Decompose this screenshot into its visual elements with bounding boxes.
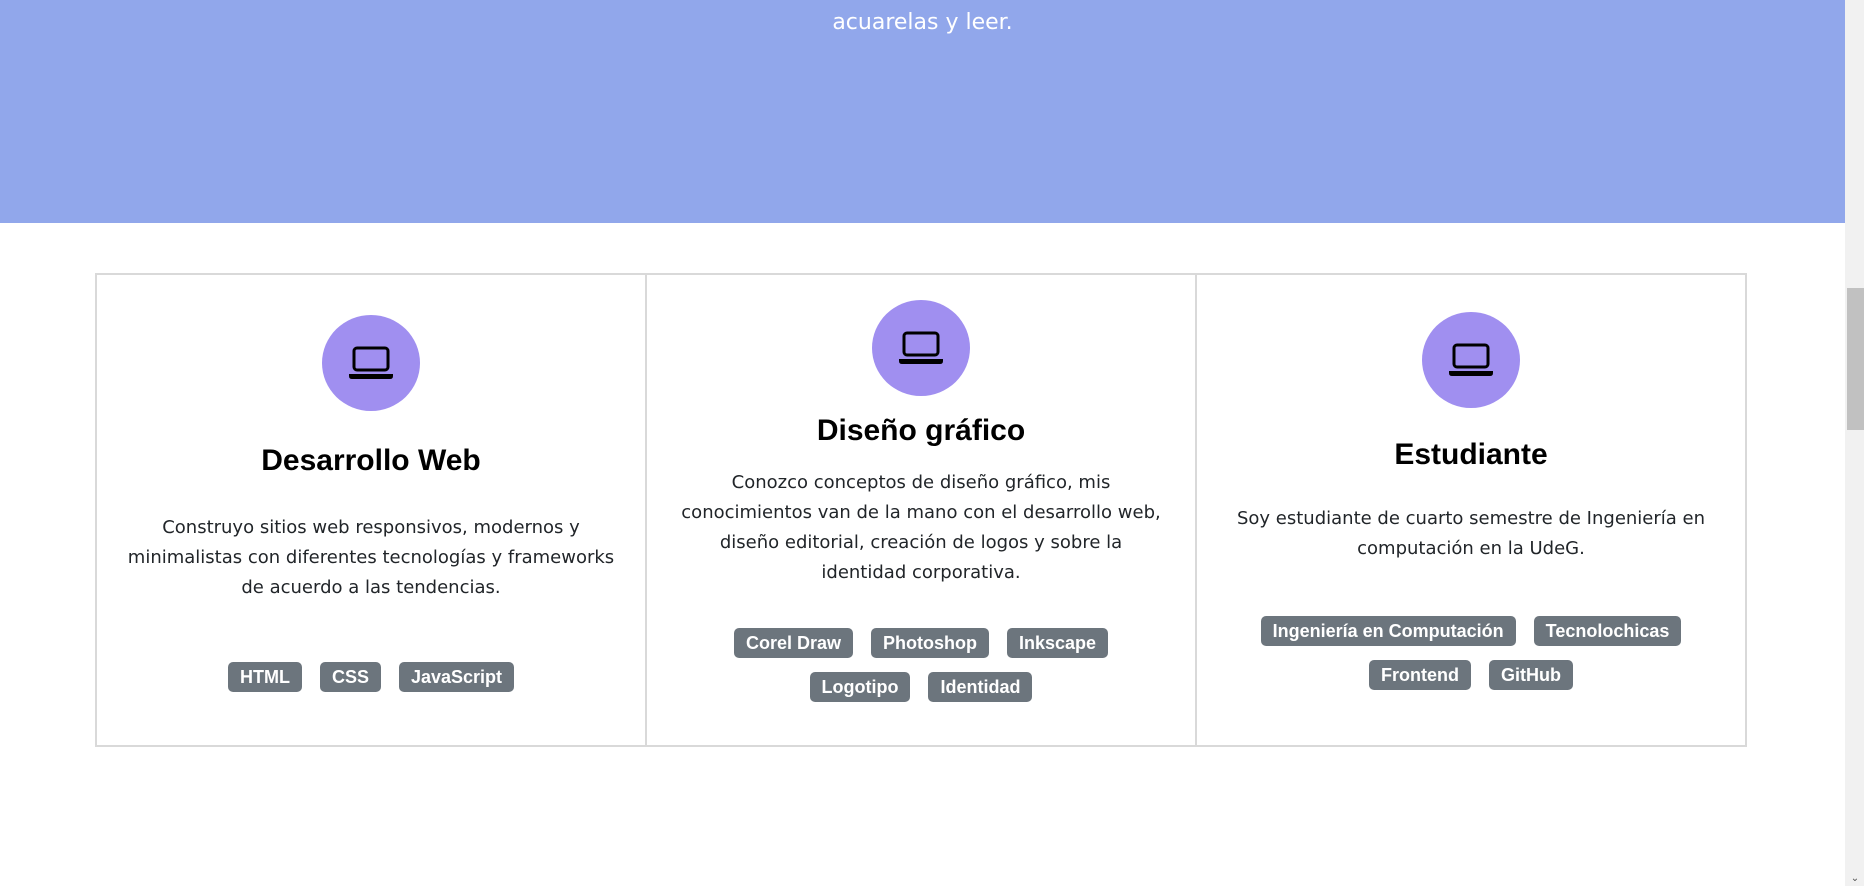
laptop-icon — [899, 331, 943, 364]
laptop-icon — [349, 346, 393, 379]
card-desarrollo-web: Desarrollo Web Construyo sitios web resp… — [95, 273, 647, 747]
tag-badge: JavaScript — [398, 662, 515, 692]
tag-badge: Tecnolochicas — [1533, 616, 1682, 646]
page-viewport: acuarelas y leer. Desarrollo Web Constru… — [0, 0, 1845, 886]
tag-badge: Identidad — [928, 672, 1033, 702]
laptop-icon — [1449, 343, 1493, 376]
tag-badge: Photoshop — [871, 628, 989, 658]
card-title: Estudiante — [1394, 438, 1548, 471]
hero-text: acuarelas y leer. — [832, 10, 1013, 35]
tag-badge: Logotipo — [809, 672, 911, 702]
tag-badge: Corel Draw — [733, 628, 853, 658]
card-title: Desarrollo Web — [261, 444, 481, 477]
card-tags: HTML CSS JavaScript — [117, 655, 625, 699]
hero-section: acuarelas y leer. — [0, 0, 1845, 223]
card-title: Diseño gráfico — [816, 414, 1026, 447]
tag-badge: Inkscape — [1006, 628, 1109, 658]
card-tags: Ingeniería en Computación Tecnolochicas … — [1217, 609, 1725, 697]
card-tags: Corel Draw Photoshop Inkscape Logotipo I… — [667, 621, 1175, 709]
card-diseno-grafico: Diseño gráfico Conozco conceptos de dise… — [645, 273, 1197, 747]
laptop-icon-circle — [1422, 312, 1520, 408]
tag-badge: CSS — [319, 662, 381, 692]
vertical-scrollbar[interactable]: ⌄ — [1845, 0, 1864, 886]
skills-cards: Desarrollo Web Construyo sitios web resp… — [95, 273, 1747, 747]
tag-badge: Frontend — [1369, 660, 1471, 690]
scroll-down-arrow-icon[interactable]: ⌄ — [1849, 874, 1861, 884]
tag-badge: HTML — [227, 662, 302, 692]
scrollbar-thumb[interactable] — [1847, 288, 1864, 430]
tag-badge: GitHub — [1489, 660, 1573, 690]
laptop-icon-circle — [872, 300, 970, 396]
card-text: Soy estudiante de cuarto semestre de Ing… — [1236, 508, 1706, 559]
tag-badge: Ingeniería en Computación — [1260, 616, 1516, 646]
card-estudiante: Estudiante Soy estudiante de cuarto seme… — [1195, 273, 1747, 747]
card-text: Conozco conceptos de diseño gráfico, mis… — [681, 472, 1161, 583]
page: acuarelas y leer. Desarrollo Web Constru… — [0, 0, 1864, 886]
laptop-icon-circle — [322, 315, 420, 411]
card-text: Construyo sitios web responsivos, modern… — [127, 517, 615, 598]
